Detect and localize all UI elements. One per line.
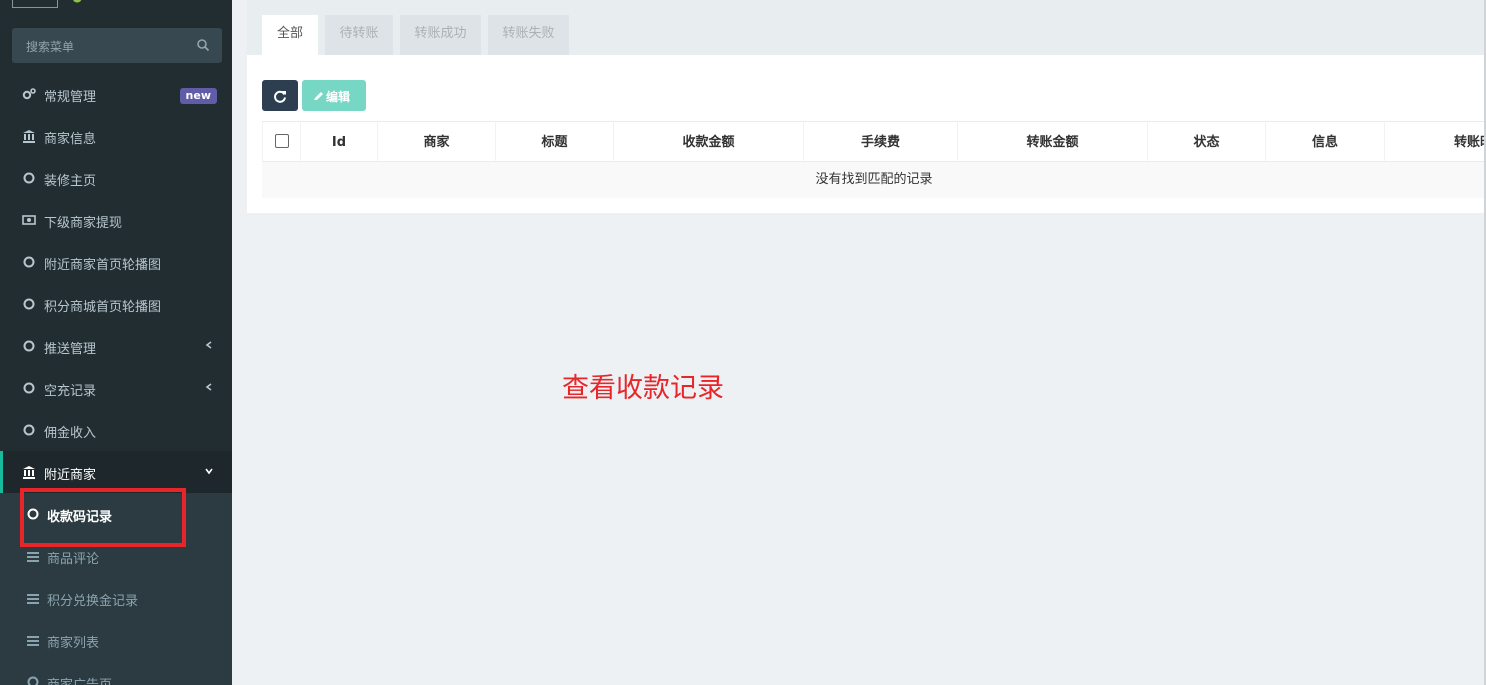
sidebar-item-nearby-merchants[interactable]: 附近商家 <box>0 451 232 493</box>
cogs-icon <box>22 88 36 100</box>
sidebar-subitem-merchant-ads[interactable]: 商家广告页 <box>0 661 232 685</box>
refresh-button[interactable] <box>262 80 298 111</box>
annotation-text: 查看收款记录 <box>562 373 724 404</box>
records-table: Id 商家 标题 收款金额 手续费 转账金额 状态 信息 转账时 没有找到匹配的… <box>262 121 1486 199</box>
column-header-title[interactable]: 标题 <box>495 121 613 162</box>
sidebar-item-decorate-home[interactable]: 装修主页 <box>0 157 232 199</box>
sidebar-item-recharge[interactable]: 空充记录 <box>0 367 232 409</box>
sidebar-subitem-merchant-list[interactable]: 商家列表 <box>0 619 232 661</box>
sidebar-item-label: 下级商家提现 <box>44 216 123 231</box>
sidebar-item-label: 佣金收入 <box>44 426 97 441</box>
sidebar-item-points-banner[interactable]: 积分商城首页轮播图 <box>0 283 232 325</box>
circle-icon <box>27 676 39 685</box>
sidebar-item-label: 积分商城首页轮播图 <box>44 300 162 315</box>
circle-icon <box>23 382 35 394</box>
sidebar-item-label: 商家列表 <box>47 636 100 651</box>
chevron-left-icon <box>205 383 212 391</box>
refresh-icon <box>274 90 286 103</box>
column-header-transfer-amount[interactable]: 转账金额 <box>957 121 1147 162</box>
highlight-box <box>20 488 186 547</box>
search-placeholder: 搜索菜单 <box>26 40 75 54</box>
content-panel: 全部 待转账 转账成功 转账失败 编辑 Id 商家 标题 收款金额 手续费 转账… <box>247 0 1486 213</box>
sidebar-item-push[interactable]: 推送管理 <box>0 325 232 367</box>
online-status-icon: ● <box>72 0 82 4</box>
search-menu-input[interactable]: 搜索菜单 <box>12 28 222 63</box>
sidebar-item-label: 商品评论 <box>47 552 100 567</box>
column-header-id[interactable]: Id <box>300 121 377 162</box>
circle-icon <box>23 256 35 268</box>
sidebar-item-nearby-banner[interactable]: 附近商家首页轮播图 <box>0 241 232 283</box>
bank-icon <box>23 130 35 143</box>
sidebar: ● 搜索菜单 常规管理 new 商家信息 装修主页 下级商家提现 <box>0 0 232 685</box>
sidebar-item-merchant-info[interactable]: 商家信息 <box>0 115 232 157</box>
column-header-merchant[interactable]: 商家 <box>377 121 495 162</box>
sidebar-subitem-points-exchange[interactable]: 积分兑换金记录 <box>0 577 232 619</box>
search-icon[interactable] <box>196 38 210 52</box>
tab-bar: 全部 待转账 转账成功 转账失败 <box>247 0 1486 55</box>
circle-icon <box>23 340 35 352</box>
column-header-fee[interactable]: 手续费 <box>803 121 957 162</box>
sidebar-item-label: 空充记录 <box>44 384 97 399</box>
edit-button[interactable]: 编辑 <box>302 80 366 111</box>
chevron-down-icon <box>205 468 213 475</box>
tab-pending-transfer[interactable]: 待转账 <box>325 15 393 55</box>
logo[interactable] <box>12 0 58 8</box>
sidebar-item-label: 商家广告页 <box>47 674 112 685</box>
tab-transfer-failed[interactable]: 转账失败 <box>488 15 569 55</box>
circle-icon <box>23 298 35 310</box>
select-all-header <box>262 121 300 162</box>
new-badge: new <box>179 88 217 104</box>
sidebar-item-sub-merchant-withdraw[interactable]: 下级商家提现 <box>0 199 232 241</box>
select-all-checkbox[interactable] <box>275 134 289 148</box>
list-icon <box>27 552 39 562</box>
edit-button-label: 编辑 <box>326 90 351 104</box>
sidebar-item-general[interactable]: 常规管理 new <box>0 73 232 115</box>
sidebar-item-commission[interactable]: 佣金收入 <box>0 409 232 451</box>
money-icon <box>22 215 36 225</box>
circle-icon <box>23 424 35 436</box>
sidebar-item-label: 附近商家首页轮播图 <box>44 258 162 273</box>
column-header-received-amount[interactable]: 收款金额 <box>613 121 803 162</box>
list-icon <box>27 636 39 646</box>
column-header-status[interactable]: 状态 <box>1147 121 1265 162</box>
tab-transfer-success[interactable]: 转账成功 <box>400 15 481 55</box>
sidebar-item-label: 装修主页 <box>44 174 97 189</box>
sidebar-item-label: 推送管理 <box>44 342 97 357</box>
sidebar-item-label: 积分兑换金记录 <box>47 594 139 609</box>
tab-all[interactable]: 全部 <box>262 15 318 55</box>
column-header-info[interactable]: 信息 <box>1265 121 1384 162</box>
chevron-left-icon <box>205 341 212 349</box>
sidebar-item-label: 常规管理 <box>44 90 97 105</box>
circle-icon <box>23 172 35 184</box>
bank-icon <box>23 466 35 479</box>
column-header-transfer-time[interactable]: 转账时 <box>1384 121 1486 162</box>
sidebar-item-label: 附近商家 <box>44 468 97 483</box>
list-icon <box>27 594 39 604</box>
pencil-icon <box>314 92 323 100</box>
sidebar-item-label: 商家信息 <box>44 132 97 147</box>
empty-message: 没有找到匹配的记录 <box>262 162 1486 198</box>
